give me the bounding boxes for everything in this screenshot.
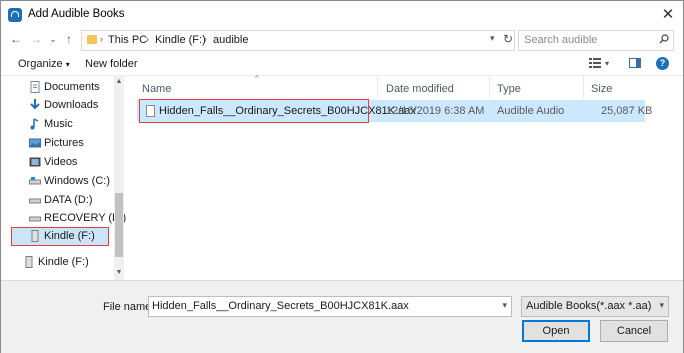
help-icon[interactable]: ? [656, 57, 669, 70]
chevron-down-icon: ▾ [65, 60, 70, 69]
file-name-label: File name: [103, 301, 155, 313]
downloads-icon [30, 99, 40, 110]
pictures-icon [29, 138, 41, 148]
usb-drive-icon [25, 256, 33, 268]
breadcrumb-kindle[interactable]: Kindle (F:) [155, 34, 206, 46]
scroll-down-icon[interactable]: ▼ [114, 268, 124, 278]
breadcrumb-this-pc[interactable]: This PC [108, 34, 147, 46]
chevron-down-icon[interactable]: ▾ [659, 300, 664, 311]
change-view-icon[interactable] [589, 58, 601, 68]
refresh-button[interactable]: ↻ [502, 32, 514, 46]
organize-label: Organize [18, 58, 63, 70]
music-icon [30, 118, 39, 130]
breadcrumb-separator[interactable]: › [146, 34, 149, 44]
column-divider[interactable] [377, 76, 378, 98]
new-folder-button[interactable]: New folder [85, 58, 138, 70]
navigation-bar: ← → ⌄ ↑ › This PC › Kindle (F:) › audibl… [1, 29, 683, 51]
usb-drive-icon [31, 230, 39, 242]
organize-button[interactable]: Organize ▾ [18, 58, 70, 70]
file-date: 12/16/2019 6:38 AM [386, 105, 485, 117]
open-button[interactable]: Open [522, 320, 590, 342]
up-button[interactable]: ↑ [61, 31, 77, 47]
address-bar[interactable]: › This PC › Kindle (F:) › audible ▾ ↻ [81, 30, 515, 51]
file-name[interactable]: Hidden_Falls__Ordinary_Secrets_B00HJCX81… [159, 105, 416, 117]
drive-icon [29, 177, 41, 185]
search-icon[interactable] [659, 34, 669, 44]
audio-file-icon [146, 105, 155, 117]
column-name[interactable]: Name [142, 83, 171, 95]
videos-icon [29, 157, 41, 167]
dialog-footer: File name: Hidden_Falls__Ordinary_Secret… [1, 280, 683, 353]
file-name-value[interactable]: Hidden_Falls__Ordinary_Secrets_B00HJCX81… [152, 300, 409, 312]
title-bar: Add Audible Books ✕ [1, 1, 683, 29]
command-bar: Organize ▾ New folder ▾ ? [1, 53, 683, 75]
forward-button[interactable]: → [28, 31, 44, 47]
window-title: Add Audible Books [28, 8, 125, 20]
sidebar-scrollbar[interactable]: ▲ ▼ [114, 75, 124, 280]
search-box[interactable]: Search audible [518, 30, 674, 51]
address-dropdown-icon[interactable]: ▾ [490, 33, 495, 44]
recent-locations-button[interactable]: ⌄ [45, 31, 61, 47]
close-button[interactable]: ✕ [658, 5, 678, 25]
back-button[interactable]: ← [8, 31, 24, 47]
file-list: ^ Name Date modified Type Size Hidden_Fa… [125, 74, 683, 281]
column-date-modified[interactable]: Date modified [386, 83, 454, 95]
file-type: Audible Audio [497, 105, 565, 117]
preview-pane-icon[interactable] [629, 58, 641, 68]
drive-icon [29, 198, 41, 204]
file-name-input[interactable]: Hidden_Falls__Ordinary_Secrets_B00HJCX81… [148, 296, 512, 317]
audible-app-icon [8, 8, 22, 22]
file-type-filter-value: Audible Books(*.aax *.aa) [526, 300, 652, 312]
chevron-down-icon[interactable]: ▾ [502, 300, 507, 311]
column-divider[interactable] [583, 76, 584, 98]
breadcrumb-audible[interactable]: audible [213, 34, 248, 46]
folder-icon [87, 35, 97, 44]
column-size[interactable]: Size [591, 83, 612, 95]
scroll-up-icon[interactable]: ▲ [114, 77, 124, 87]
view-options-chevron-icon[interactable]: ▾ [605, 59, 609, 68]
file-dialog: Add Audible Books ✕ ← → ⌄ ↑ › This PC › … [0, 0, 684, 353]
file-size: 25,087 KB [601, 105, 653, 117]
navigation-pane: Documents Downloads Music Pictures Video… [1, 75, 126, 281]
search-placeholder: Search audible [524, 34, 598, 46]
file-type-filter[interactable]: Audible Books(*.aax *.aa) ▾ [521, 296, 669, 317]
breadcrumb-separator: › [100, 34, 103, 44]
sort-ascending-icon: ^ [255, 74, 259, 83]
documents-icon [30, 81, 40, 93]
scrollbar-thumb[interactable] [115, 193, 123, 257]
column-divider[interactable] [489, 76, 490, 98]
column-type[interactable]: Type [497, 83, 521, 95]
drive-icon [29, 216, 41, 222]
breadcrumb-separator[interactable]: › [204, 34, 207, 44]
cancel-button[interactable]: Cancel [600, 320, 668, 342]
